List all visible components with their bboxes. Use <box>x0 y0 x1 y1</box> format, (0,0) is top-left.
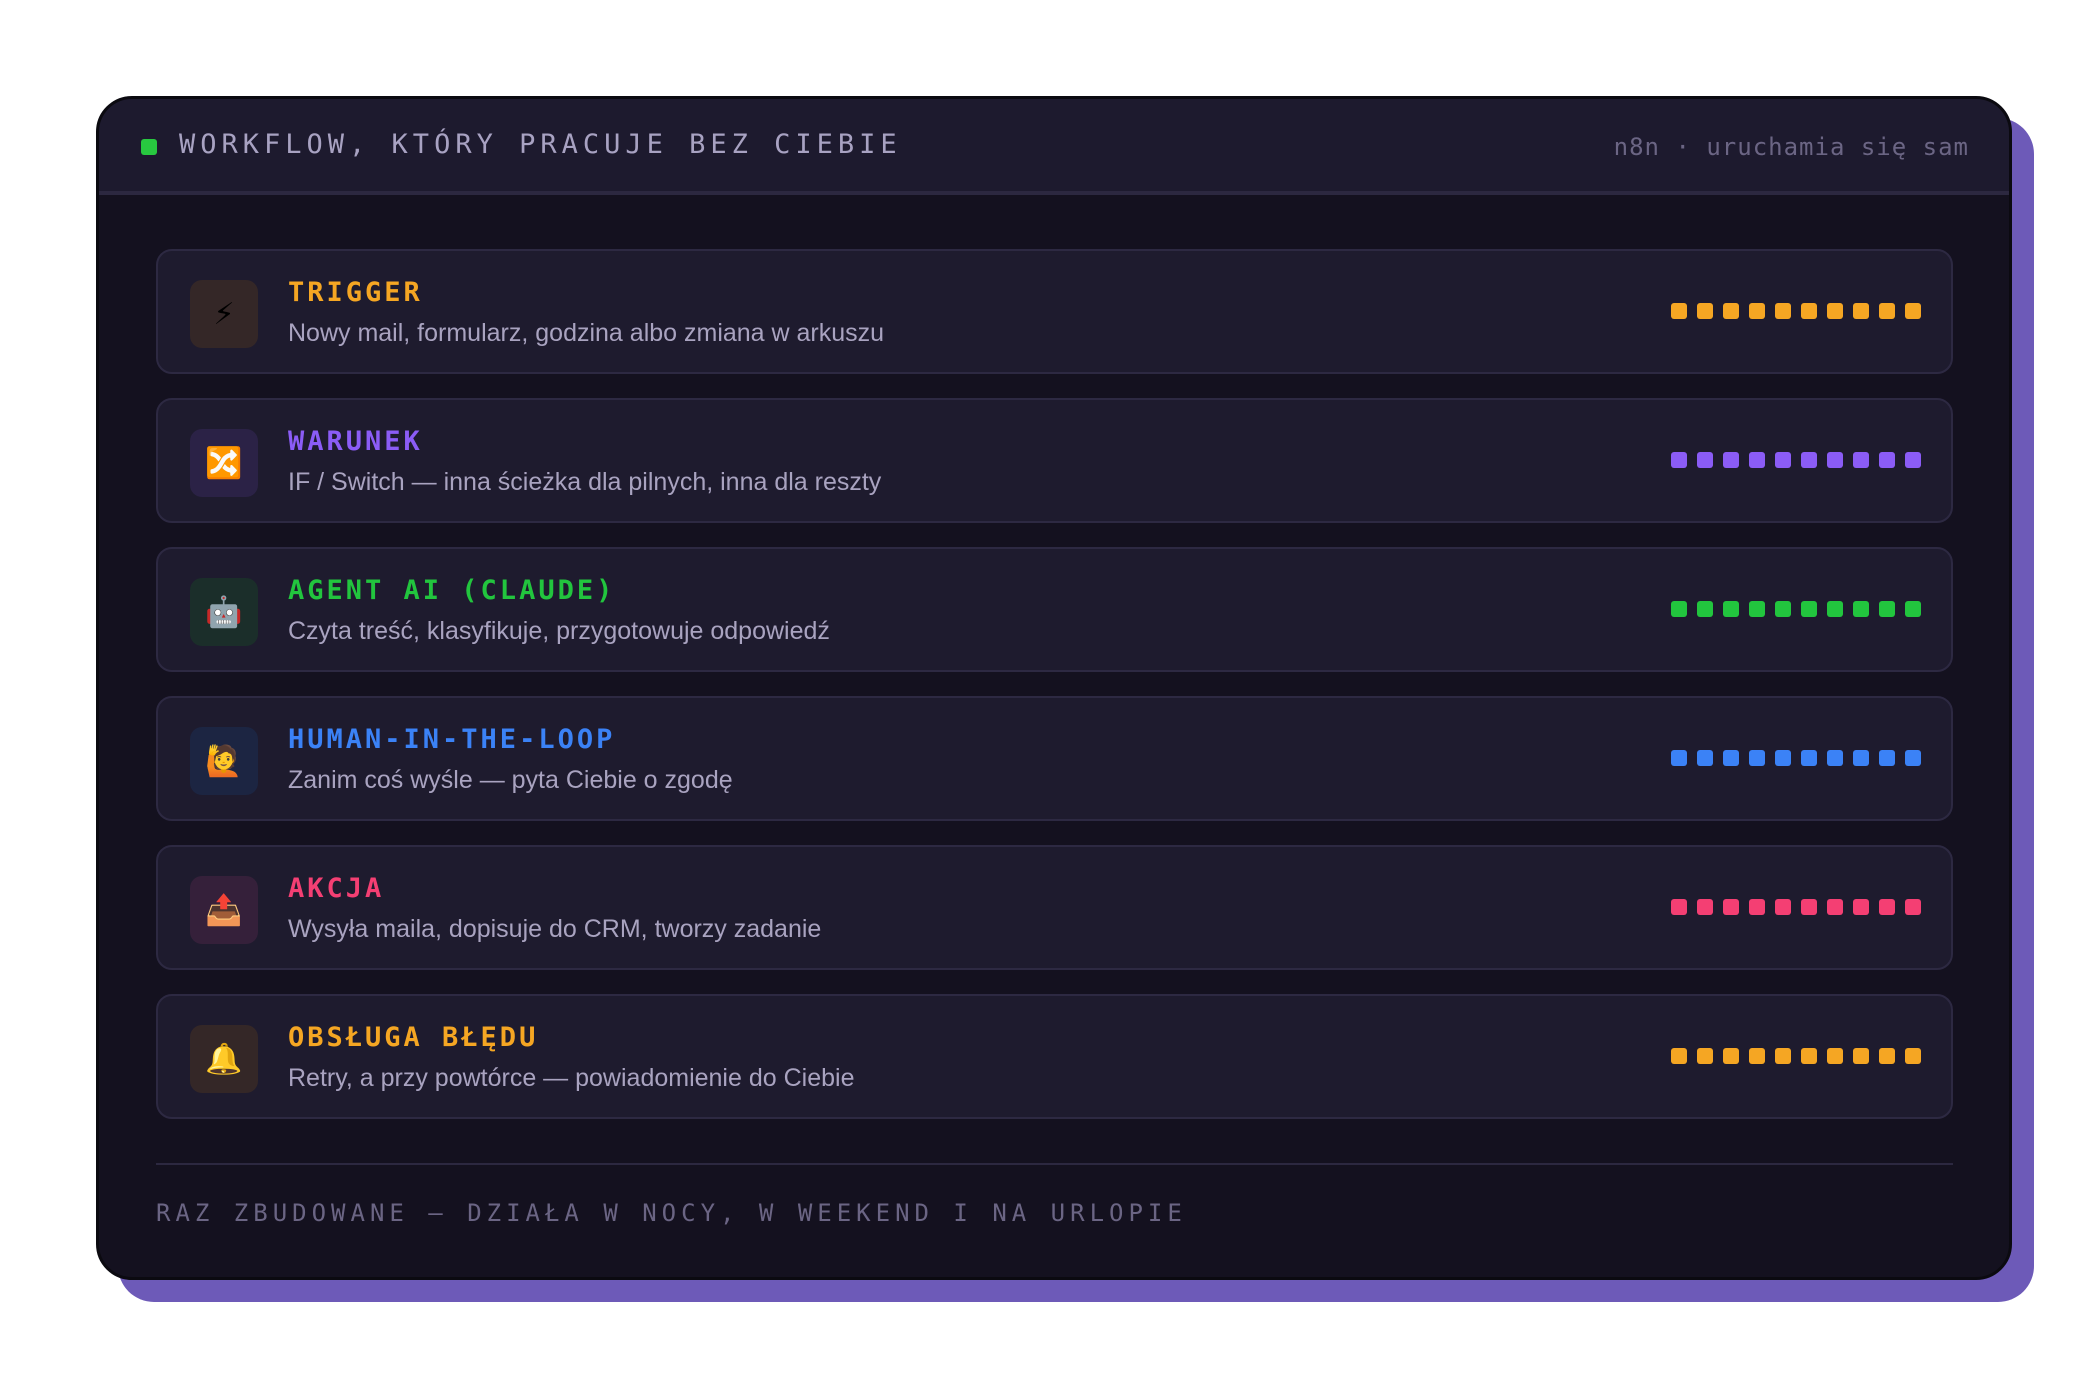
step-progress-dots <box>1671 452 1921 468</box>
progress-dot <box>1697 601 1713 617</box>
header-meta: n8n · uruchamia się sam <box>1613 133 1969 161</box>
progress-dot <box>1749 1048 1765 1064</box>
progress-dot <box>1671 1048 1687 1064</box>
progress-dot <box>1697 303 1713 319</box>
progress-dot <box>1749 750 1765 766</box>
progress-dot <box>1749 899 1765 915</box>
outbox-tray-icon: 📤 <box>190 876 258 944</box>
progress-dot <box>1827 899 1843 915</box>
progress-dot <box>1671 601 1687 617</box>
step-akcja[interactable]: 📤 AKCJA Wysyła maila, dopisuje do CRM, t… <box>156 845 1953 970</box>
progress-dot <box>1827 601 1843 617</box>
progress-dot <box>1749 452 1765 468</box>
progress-dot <box>1853 750 1869 766</box>
progress-dot <box>1853 303 1869 319</box>
progress-dot <box>1853 452 1869 468</box>
progress-dot <box>1723 750 1739 766</box>
progress-dot <box>1697 899 1713 915</box>
progress-dot <box>1671 750 1687 766</box>
step-title: AKCJA <box>288 873 385 904</box>
step-title: TRIGGER <box>288 277 423 308</box>
progress-dot <box>1905 601 1921 617</box>
progress-dot <box>1723 601 1739 617</box>
step-description: Nowy mail, formularz, godzina albo zmian… <box>288 319 885 347</box>
progress-dot <box>1905 750 1921 766</box>
step-obsluga-bledu[interactable]: 🔔 OBSŁUGA BŁĘDU Retry, a przy powtórce —… <box>156 994 1953 1119</box>
footer-divider <box>156 1163 1953 1165</box>
progress-dot <box>1905 899 1921 915</box>
progress-dot <box>1801 899 1817 915</box>
progress-dot <box>1775 1048 1791 1064</box>
shuffle-icon: 🔀 <box>190 429 258 497</box>
step-warunek[interactable]: 🔀 WARUNEK IF / Switch — inna ścieżka dla… <box>156 398 1953 523</box>
workflow-card: WORKFLOW, KTÓRY PRACUJE BEZ CIEBIE n8n ·… <box>96 96 2012 1280</box>
step-progress-dots <box>1671 750 1921 766</box>
progress-dot <box>1801 452 1817 468</box>
progress-dot <box>1697 452 1713 468</box>
progress-dot <box>1879 452 1895 468</box>
progress-dot <box>1775 750 1791 766</box>
progress-dot <box>1749 601 1765 617</box>
header-title: WORKFLOW, KTÓRY PRACUJE BEZ CIEBIE <box>179 129 902 160</box>
card-header: WORKFLOW, KTÓRY PRACUJE BEZ CIEBIE n8n ·… <box>99 99 2009 195</box>
progress-dot <box>1905 1048 1921 1064</box>
bell-icon: 🔔 <box>190 1025 258 1093</box>
progress-dot <box>1723 1048 1739 1064</box>
progress-dot <box>1879 899 1895 915</box>
progress-dot <box>1671 303 1687 319</box>
step-description: Zanim coś wyśle — pyta Ciebie o zgodę <box>288 766 733 794</box>
progress-dot <box>1801 601 1817 617</box>
progress-dot <box>1775 899 1791 915</box>
step-progress-dots <box>1671 899 1921 915</box>
progress-dot <box>1879 601 1895 617</box>
progress-dot <box>1723 452 1739 468</box>
progress-dot <box>1697 1048 1713 1064</box>
progress-dot <box>1697 750 1713 766</box>
progress-dot <box>1905 303 1921 319</box>
footer-caption: RAZ ZBUDOWANE — DZIAŁA W NOCY, W WEEKEND… <box>156 1199 1187 1227</box>
step-description: Retry, a przy powtórce — powiadomienie d… <box>288 1064 855 1092</box>
progress-dot <box>1827 303 1843 319</box>
step-progress-dots <box>1671 1048 1921 1064</box>
step-title: WARUNEK <box>288 426 423 457</box>
progress-dot <box>1671 899 1687 915</box>
progress-dot <box>1775 303 1791 319</box>
step-description: Czyta treść, klasyfikuje, przygotowuje o… <box>288 617 830 645</box>
person-raising-hand-icon: 🙋 <box>190 727 258 795</box>
progress-dot <box>1853 899 1869 915</box>
progress-dot <box>1801 303 1817 319</box>
progress-dot <box>1801 750 1817 766</box>
step-trigger[interactable]: ⚡ TRIGGER Nowy mail, formularz, godzina … <box>156 249 1953 374</box>
robot-icon: 🤖 <box>190 578 258 646</box>
step-title: OBSŁUGA BŁĘDU <box>288 1022 539 1053</box>
lightning-icon: ⚡ <box>190 280 258 348</box>
progress-dot <box>1827 452 1843 468</box>
progress-dot <box>1905 452 1921 468</box>
progress-dot <box>1853 1048 1869 1064</box>
workflow-steps: ⚡ TRIGGER Nowy mail, formularz, godzina … <box>156 249 1953 1143</box>
step-description: IF / Switch — inna ścieżka dla pilnych, … <box>288 468 882 496</box>
progress-dot <box>1827 1048 1843 1064</box>
step-title: HUMAN-IN-THE-LOOP <box>288 724 616 755</box>
step-description: Wysyła maila, dopisuje do CRM, tworzy za… <box>288 915 822 943</box>
progress-dot <box>1723 899 1739 915</box>
progress-dot <box>1671 452 1687 468</box>
step-progress-dots <box>1671 303 1921 319</box>
progress-dot <box>1723 303 1739 319</box>
progress-dot <box>1775 452 1791 468</box>
step-agent-ai[interactable]: 🤖 AGENT AI (CLAUDE) Czyta treść, klasyfi… <box>156 547 1953 672</box>
progress-dot <box>1827 750 1843 766</box>
status-indicator <box>141 139 157 155</box>
progress-dot <box>1749 303 1765 319</box>
step-progress-dots <box>1671 601 1921 617</box>
step-human-in-the-loop[interactable]: 🙋 HUMAN-IN-THE-LOOP Zanim coś wyśle — py… <box>156 696 1953 821</box>
progress-dot <box>1879 303 1895 319</box>
step-title: AGENT AI (CLAUDE) <box>288 575 616 606</box>
progress-dot <box>1775 601 1791 617</box>
progress-dot <box>1853 601 1869 617</box>
progress-dot <box>1879 1048 1895 1064</box>
progress-dot <box>1801 1048 1817 1064</box>
progress-dot <box>1879 750 1895 766</box>
